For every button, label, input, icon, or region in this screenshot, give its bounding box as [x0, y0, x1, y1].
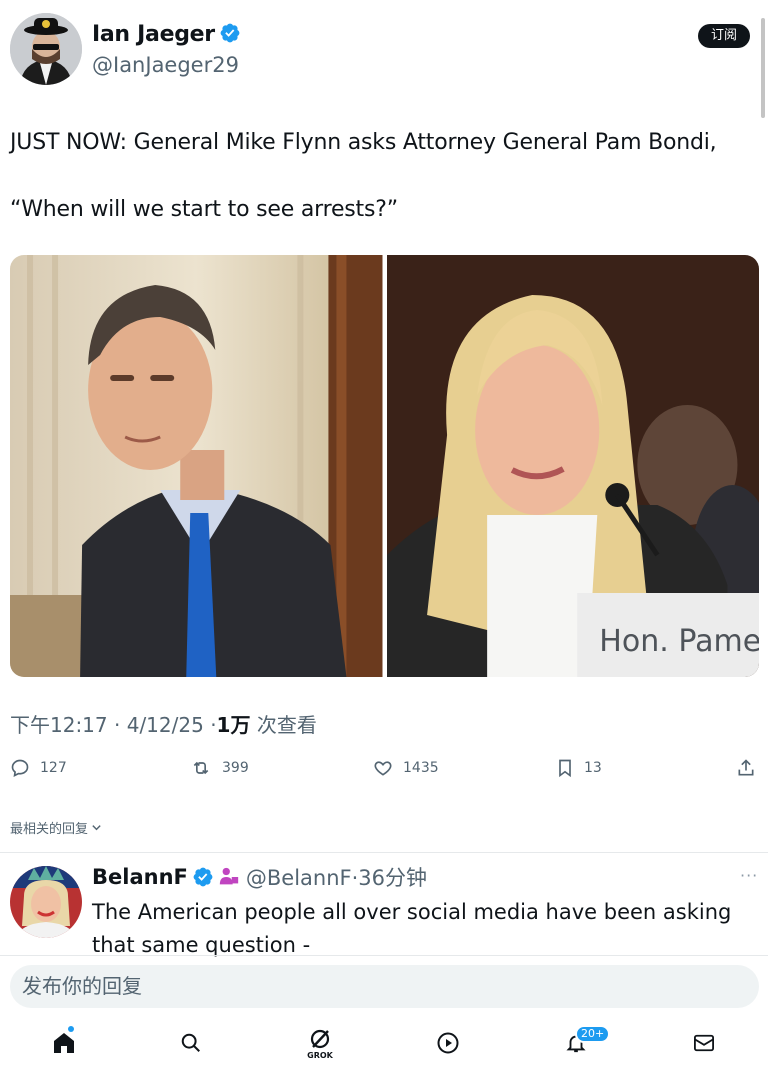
- nav-grok[interactable]: GROK: [302, 1025, 338, 1061]
- reply-sort-label: 最相关的回复: [10, 822, 89, 837]
- bookmark-count: 13: [584, 760, 602, 776]
- reply-compose-input[interactable]: 发布你的回复: [10, 965, 759, 1008]
- author-name[interactable]: Ian Jaeger: [92, 22, 215, 47]
- reply-author-name[interactable]: BelannF: [92, 865, 188, 889]
- share-action[interactable]: [736, 758, 756, 778]
- subscribe-button[interactable]: 订阅: [698, 24, 750, 48]
- reply-count: 127: [40, 760, 67, 776]
- reply-handle-time[interactable]: @BelannF·36分钟: [246, 862, 427, 892]
- divider: [0, 955, 768, 956]
- grok-icon: [310, 1029, 330, 1048]
- nameplate-text: Hon. Pamela J: [599, 624, 759, 659]
- reply-action[interactable]: 127: [10, 758, 67, 778]
- reply-sort-dropdown[interactable]: 最相关的回复: [10, 818, 102, 837]
- meta-separator: ·: [114, 713, 121, 737]
- more-options-icon[interactable]: ···: [740, 866, 758, 885]
- post-text-quote: “When will we start to see arrests?”: [10, 197, 398, 222]
- post-media[interactable]: Hon. Pamela J: [10, 255, 759, 677]
- post-text: JUST NOW: General Mike Flynn asks Attorn…: [10, 128, 760, 262]
- heart-icon: [374, 761, 392, 776]
- grok-label: GROK: [307, 1050, 333, 1060]
- post-date[interactable]: 4/12/25: [127, 713, 204, 737]
- like-action[interactable]: 1435: [373, 758, 439, 778]
- search-icon: [181, 1033, 200, 1052]
- divider: [0, 852, 768, 853]
- affiliate-badge-icon: [219, 867, 239, 885]
- repost-icon: [193, 761, 209, 775]
- nav-videos[interactable]: [430, 1025, 466, 1061]
- verified-badge-icon: [193, 867, 213, 887]
- repost-action[interactable]: 399: [190, 758, 249, 778]
- bookmark-action[interactable]: 13: [556, 758, 602, 778]
- home-notification-dot: [68, 1026, 74, 1032]
- nav-messages[interactable]: [686, 1025, 722, 1061]
- home-icon: [54, 1033, 74, 1053]
- notification-badge: 20+: [575, 1025, 611, 1043]
- verified-badge-icon: [220, 23, 240, 43]
- author-avatar[interactable]: [10, 13, 82, 85]
- nav-search[interactable]: [173, 1025, 209, 1061]
- photo-right[interactable]: Hon. Pamela J: [386, 255, 759, 677]
- reply-text: The American people all over social medi…: [92, 900, 732, 957]
- views-count: 1万: [216, 713, 251, 737]
- reply-author-avatar[interactable]: [10, 866, 82, 938]
- repost-count: 399: [222, 760, 249, 776]
- mail-icon: [694, 1034, 714, 1052]
- post-time[interactable]: 下午12:17: [10, 713, 108, 737]
- reply-icon: [11, 759, 29, 777]
- author-handle[interactable]: @IanJaeger29: [92, 53, 239, 77]
- post-header: Ian Jaeger @IanJaeger29 订阅: [0, 0, 768, 100]
- reply-header: BelannF @BelannF·36分钟: [92, 862, 427, 892]
- post-meta: 下午12:17 · 4/12/25 ·1万 次查看: [10, 709, 317, 738]
- post-text-line: JUST NOW: General Mike Flynn asks Attorn…: [10, 130, 717, 155]
- like-count: 1435: [403, 760, 439, 776]
- chevron-down-icon: [92, 825, 101, 831]
- bookmark-icon: [559, 759, 571, 778]
- author-name-row[interactable]: Ian Jaeger: [92, 22, 241, 47]
- nav-home[interactable]: [46, 1025, 82, 1061]
- post-actions: 127 399 1435 13: [0, 758, 768, 788]
- play-icon: [437, 1032, 459, 1054]
- photo-left[interactable]: [10, 255, 383, 677]
- views-label: 次查看: [256, 713, 317, 737]
- share-icon: [738, 759, 754, 776]
